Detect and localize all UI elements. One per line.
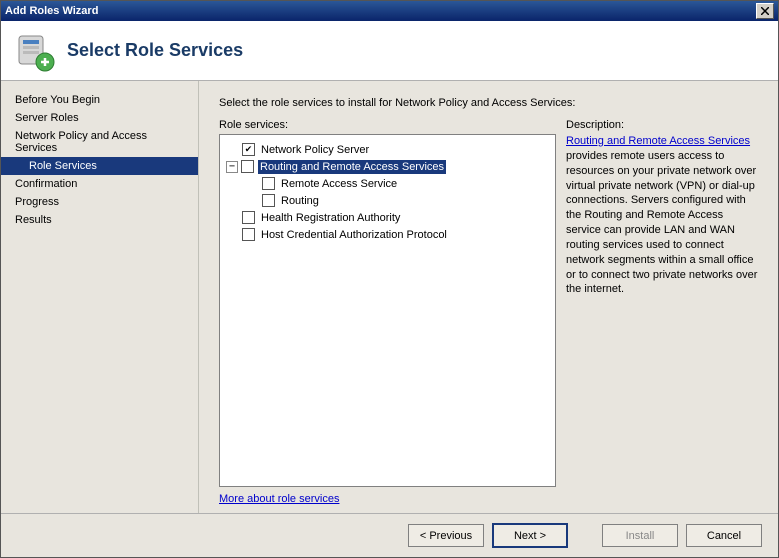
step-npas[interactable]: Network Policy and Access Services: [1, 127, 198, 157]
instruction-text: Select the role services to install for …: [219, 97, 758, 109]
step-before-you-begin[interactable]: Before You Begin: [1, 91, 198, 109]
tree-label-ras: Remote Access Service: [279, 177, 399, 191]
tree-item-hra[interactable]: Health Registration Authority: [222, 209, 553, 226]
tree-label-routing: Routing: [279, 194, 321, 208]
step-server-roles[interactable]: Server Roles: [1, 109, 198, 127]
window-title: Add Roles Wizard: [5, 5, 98, 17]
checkbox-hcap[interactable]: [242, 228, 255, 241]
tree-item-rras[interactable]: − Routing and Remote Access Services: [222, 158, 553, 175]
description-label: Description:: [566, 119, 758, 131]
more-about-link[interactable]: More about role services: [219, 493, 556, 505]
close-button[interactable]: [756, 3, 774, 19]
checkbox-rras[interactable]: [241, 160, 254, 173]
title-bar: Add Roles Wizard: [1, 1, 778, 21]
tree-label-hra: Health Registration Authority: [259, 211, 402, 225]
checkbox-hra[interactable]: [242, 211, 255, 224]
tree-label-nps: Network Policy Server: [259, 143, 371, 157]
checkbox-ras[interactable]: [262, 177, 275, 190]
page-title: Select Role Services: [67, 40, 243, 61]
step-progress[interactable]: Progress: [1, 193, 198, 211]
tree-label-hcap: Host Credential Authorization Protocol: [259, 228, 449, 242]
step-results[interactable]: Results: [1, 211, 198, 229]
next-button[interactable]: Next >: [492, 523, 568, 548]
collapse-icon[interactable]: −: [226, 161, 238, 173]
wizard-steps: Before You Begin Server Roles Network Po…: [1, 81, 199, 513]
description-link[interactable]: Routing and Remote Access Services: [566, 135, 750, 147]
tree-item-routing[interactable]: Routing: [222, 192, 553, 209]
tree-item-ras[interactable]: Remote Access Service: [222, 175, 553, 192]
install-button: Install: [602, 524, 678, 547]
checkbox-nps[interactable]: [242, 143, 255, 156]
role-services-tree[interactable]: Network Policy Server − Routing and Remo…: [219, 134, 556, 487]
role-services-label: Role services:: [219, 119, 556, 131]
description-body: provides remote users access to resource…: [566, 150, 757, 296]
tree-label-rras: Routing and Remote Access Services: [258, 160, 446, 174]
step-confirmation[interactable]: Confirmation: [1, 175, 198, 193]
cancel-button[interactable]: Cancel: [686, 524, 762, 547]
wizard-icon: [15, 32, 53, 70]
wizard-header: Select Role Services: [1, 21, 778, 81]
tree-item-nps[interactable]: Network Policy Server: [222, 141, 553, 158]
wizard-content: Select the role services to install for …: [199, 81, 778, 513]
wizard-footer: < Previous Next > Install Cancel: [1, 513, 778, 557]
description-text: Routing and Remote Access Services provi…: [566, 134, 758, 297]
tree-item-hcap[interactable]: Host Credential Authorization Protocol: [222, 226, 553, 243]
checkbox-routing[interactable]: [262, 194, 275, 207]
step-role-services[interactable]: Role Services: [1, 157, 198, 175]
previous-button[interactable]: < Previous: [408, 524, 484, 547]
